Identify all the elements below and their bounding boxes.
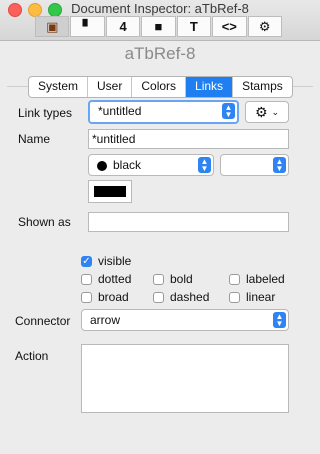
note-icon[interactable]: ▘ (70, 16, 105, 37)
broad-checkbox[interactable]: broad (81, 290, 129, 304)
link-types-label: Link types (18, 106, 73, 120)
select-arrows-icon: ▲ ▼ (273, 157, 286, 173)
dotted-checkbox[interactable]: dotted (81, 272, 131, 286)
select-arrows-icon: ▲ ▼ (198, 157, 211, 173)
select-arrows-icon: ▲ ▼ (273, 312, 286, 328)
name-field[interactable]: *untitled (88, 129, 289, 149)
inspector-toolbar: ▣ ▘ 4 ■ T <> ⚙ (35, 16, 282, 37)
shown-as-field[interactable] (88, 212, 289, 232)
tab-user[interactable]: User (88, 77, 133, 97)
link-color-value: black (113, 158, 142, 172)
tab-links[interactable]: Links (186, 77, 234, 97)
select-arrows-icon: ▲ ▼ (222, 103, 235, 119)
gear-icon: ⚙ (254, 103, 268, 120)
tab-colors[interactable]: Colors (132, 77, 187, 97)
chevron-down-icon: ⌄ (271, 106, 280, 117)
shown-as-label: Shown as (18, 215, 71, 229)
link-color-2-select[interactable]: ▲ ▼ (220, 154, 289, 176)
color-dot-icon (97, 160, 107, 171)
labeled-checkbox[interactable]: labeled (229, 272, 285, 286)
linear-checkbox[interactable]: linear (229, 290, 275, 304)
code-brackets-icon[interactable]: <> (212, 16, 247, 37)
shadow-box-icon[interactable]: ■ (141, 16, 176, 37)
link-color-select[interactable]: black ▲ ▼ (88, 154, 214, 176)
link-types-value: *untitled (98, 104, 142, 118)
link-types-select[interactable]: *untitled ▲ ▼ (88, 100, 239, 124)
document-name: aTbRef-8 (124, 44, 196, 63)
number-4-icon[interactable]: 4 (105, 16, 141, 37)
gear-icon[interactable]: ⚙ (247, 16, 282, 37)
connector-select[interactable]: arrow ▲ ▼ (81, 309, 289, 331)
document-settings-icon[interactable]: ▣ (35, 16, 70, 37)
text-T-icon[interactable]: T (176, 16, 212, 37)
tab-system[interactable]: System (29, 77, 89, 97)
tab-stamps[interactable]: Stamps (233, 77, 292, 97)
inspector-tabs: System User Colors Links Stamps (28, 76, 293, 98)
visible-checkbox[interactable]: ✓ visible (81, 254, 131, 268)
action-textarea[interactable] (81, 344, 289, 413)
bold-checkbox[interactable]: bold (153, 272, 193, 286)
dashed-checkbox[interactable]: dashed (153, 290, 209, 304)
action-label: Action (15, 349, 49, 363)
window-title: Document Inspector: aTbRef-8 (71, 1, 249, 16)
link-type-actions-button[interactable]: ⚙ ⌄ (245, 101, 289, 123)
connector-label: Connector (15, 314, 71, 328)
color-well[interactable] (88, 180, 132, 203)
name-label: Name (18, 132, 51, 146)
checkmark-icon: ✓ (81, 255, 92, 267)
color-swatch (94, 186, 126, 197)
connector-value: arrow (90, 313, 121, 327)
title-bar: Document Inspector: aTbRef-8 ▣ ▘ 4 ■ T <… (0, 0, 320, 41)
